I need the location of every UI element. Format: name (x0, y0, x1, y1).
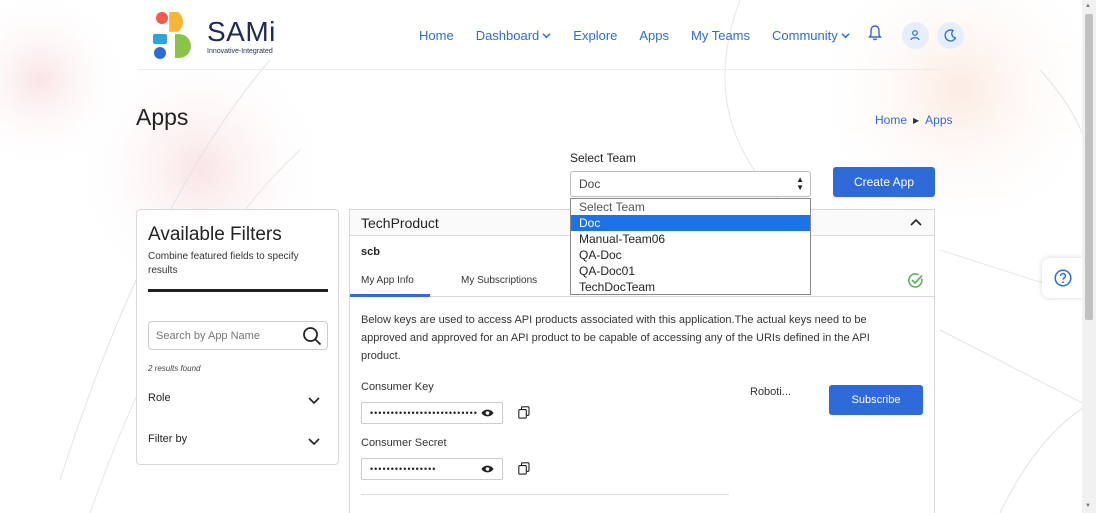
filters-panel: Available Filters Combine featured field… (136, 209, 339, 465)
api-product-name: Roboti... (750, 386, 791, 398)
nav-dashboard[interactable]: Dashboard (476, 28, 552, 43)
product-title: TechProduct (361, 215, 439, 231)
nav-explore-label: Explore (573, 27, 618, 43)
nav-my-teams[interactable]: My Teams (691, 28, 750, 43)
check-circle-icon (908, 273, 923, 288)
chevron-down-icon (308, 438, 320, 446)
eye-icon[interactable] (481, 408, 494, 418)
tab-my-subscriptions[interactable]: My Subscriptions (461, 275, 537, 286)
dark-mode-toggle[interactable] (936, 21, 964, 49)
chevron-up-icon[interactable] (910, 218, 922, 227)
filter-by-label: Filter by (148, 433, 188, 445)
scrollbar-thumb[interactable] (1085, 14, 1093, 320)
chevron-down-icon (308, 397, 320, 405)
team-option[interactable]: Select Team (571, 199, 810, 215)
sami-logo[interactable]: SAMi Innovative-Integrated (153, 12, 283, 60)
team-option[interactable]: Manual-Team06 (571, 231, 810, 247)
nav-my-teams-label: My Teams (691, 27, 751, 43)
copy-icon[interactable] (518, 462, 530, 475)
copy-icon[interactable] (518, 406, 530, 419)
filters-description: Combine featured fields to specify resul… (148, 251, 299, 276)
chevron-down-icon (542, 32, 551, 38)
chevron-down-icon (841, 32, 850, 38)
scroll-down-icon[interactable]: ▼ (1085, 503, 1091, 509)
scroll-up-icon[interactable]: ▲ (1085, 3, 1091, 9)
consumer-secret-label: Consumer Secret (361, 437, 447, 449)
breadcrumb: Home ▶ Apps (875, 113, 953, 127)
page-title: Apps (136, 104, 189, 130)
page-scrollbar[interactable]: ▲ ▼ (1082, 0, 1096, 513)
caret-right-icon: ▶ (913, 115, 920, 125)
consumer-secret-field[interactable]: •••••••••••••••• (361, 458, 503, 480)
team-select[interactable]: Doc ▲ ▼ (570, 171, 811, 197)
results-count: 2 results found (148, 364, 201, 373)
eye-icon[interactable] (481, 464, 494, 474)
breadcrumb-home[interactable]: Home (875, 113, 907, 127)
help-button[interactable] (1042, 258, 1084, 298)
consumer-key-value: •••••••••••••••••••••••••• (370, 408, 478, 418)
filters-divider (148, 289, 328, 292)
nav-apps[interactable]: Apps (639, 28, 669, 43)
filter-by-filter[interactable]: Filter by (148, 433, 328, 453)
team-option[interactable]: QA-Doc01 (571, 263, 810, 279)
select-team-label: Select Team (570, 151, 636, 165)
team-dropdown-list: Select Team Doc Manual-Team06 QA-Doc QA-… (570, 198, 811, 295)
subscribe-button[interactable]: Subscribe (829, 385, 923, 415)
role-filter-label: Role (148, 392, 171, 404)
brand-tagline: Innovative-Integrated (207, 48, 273, 55)
app-search-box (148, 321, 328, 350)
search-input[interactable] (149, 322, 294, 349)
breadcrumb-current[interactable]: Apps (925, 113, 952, 127)
nav-dashboard-label: Dashboard (475, 27, 540, 43)
notifications-button[interactable] (867, 24, 882, 46)
role-filter[interactable]: Role (148, 392, 328, 412)
section-divider (361, 494, 729, 495)
app-name: scb (361, 246, 380, 258)
select-arrows-icon: ▲ ▼ (796, 175, 804, 192)
tab-my-app-info[interactable]: My App Info (361, 275, 414, 286)
create-app-button[interactable]: Create App (833, 167, 935, 197)
nav-explore[interactable]: Explore (573, 28, 617, 43)
brand-name: SAMi (207, 16, 276, 47)
nav-home-label: Home (419, 27, 454, 43)
filters-title: Available Filters (148, 224, 282, 245)
consumer-key-label: Consumer Key (361, 381, 434, 393)
bell-icon (867, 24, 882, 40)
search-icon[interactable] (302, 326, 322, 346)
site-header: SAMi Innovative-Integrated Home Dashboar… (138, 0, 964, 70)
team-option-selected[interactable]: Doc (571, 215, 810, 231)
consumer-secret-value: •••••••••••••••• (370, 464, 437, 474)
nav-community[interactable]: Community (772, 28, 850, 43)
consumer-key-field[interactable]: •••••••••••••••••••••••••• (361, 402, 503, 424)
main-nav: Home Dashboard Explore Apps My Teams Com… (419, 21, 972, 49)
nav-home[interactable]: Home (419, 28, 454, 43)
team-option[interactable]: TechDocTeam (571, 279, 810, 295)
team-option[interactable]: QA-Doc (571, 247, 810, 263)
user-profile-button[interactable] (901, 21, 929, 49)
nav-community-label: Community (772, 27, 838, 43)
keys-description: Below keys are used to access API produc… (361, 314, 870, 362)
team-select-value: Doc (579, 177, 601, 191)
question-circle-icon (1054, 269, 1072, 287)
app-info-content: Below keys are used to access API produc… (350, 297, 934, 513)
moon-icon (944, 28, 957, 42)
logo-mark-icon (153, 12, 191, 59)
nav-apps-label: Apps (639, 27, 670, 43)
user-icon (910, 30, 920, 41)
